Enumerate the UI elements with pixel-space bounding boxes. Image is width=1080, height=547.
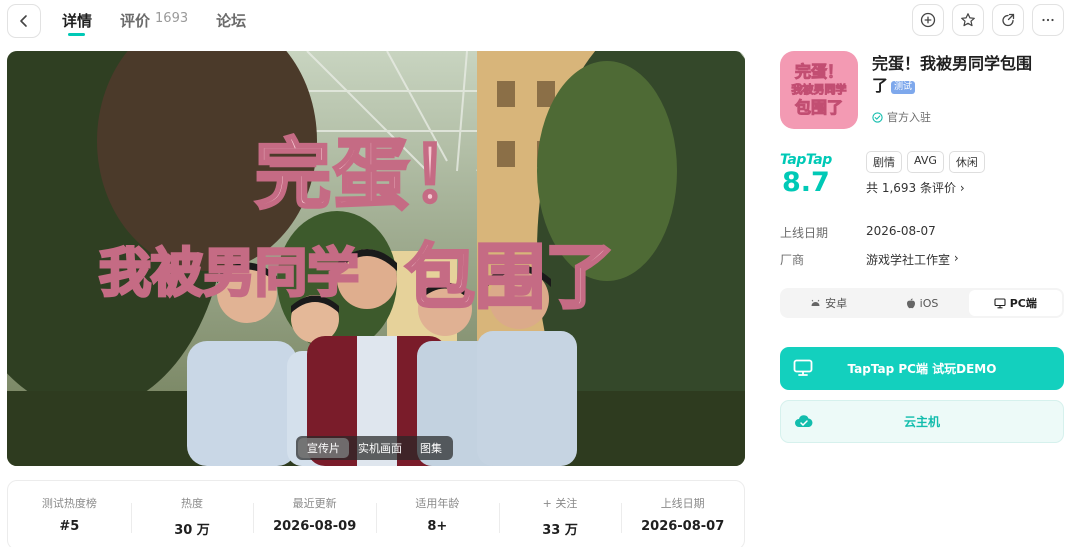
tab-details[interactable]: 详情 [62, 0, 92, 44]
share-icon [1002, 13, 1015, 27]
stat-value: 30 万 [174, 523, 210, 538]
app-icon-text-1: 完蛋！ [794, 62, 843, 81]
stat-popularity: 热度 30 万 [130, 481, 254, 547]
banner-title-line2a: 我被男同学 [97, 243, 360, 306]
tab-reviews-count: 1693 [155, 11, 189, 26]
vendor-label: 厂商 [780, 253, 805, 267]
official-badge: 官方入驻 [872, 109, 931, 125]
stat-label: 上线日期 [660, 497, 705, 510]
stat-value: 8+ [427, 519, 448, 534]
heart-plus-icon [920, 12, 936, 28]
app-icon-text-3: 包围了 [794, 98, 843, 117]
android-icon [811, 299, 820, 306]
app-icon-text-2: 我被男同学 [791, 83, 847, 97]
stat-age-rating: 适用年龄 8+ [376, 481, 499, 547]
media-tab-trailer[interactable]: 宣传片 [298, 438, 349, 458]
platform-pc[interactable]: PC端 [968, 290, 1062, 316]
stat-value: 2026-08-07 [641, 519, 725, 534]
platform-ios[interactable]: iOS [875, 290, 968, 316]
tab-reviews-label: 评价 [120, 12, 151, 30]
stats-bar: 测试热度榜 #5 热度 30 万 最近更新 2026-08-09 适用年龄 8+… [7, 480, 745, 547]
tab-reviews[interactable]: 评价 1693 [120, 0, 188, 44]
tab-forum-label: 论坛 [216, 12, 247, 30]
more-icon [1042, 18, 1054, 22]
tag[interactable]: AVG [907, 151, 944, 173]
cloud-icon [795, 415, 813, 427]
platform-android[interactable]: 安卓 [782, 290, 875, 316]
media-tab-gallery[interactable]: 图集 [411, 438, 451, 458]
official-label: 官方入驻 [887, 111, 931, 124]
chevron-right-icon: › [950, 251, 959, 265]
stat-test-rank[interactable]: 测试热度榜 #5 [8, 481, 131, 547]
tab-forum[interactable]: 论坛 [216, 0, 246, 44]
top-bar: 详情 评价 1693 论坛 [0, 0, 1080, 44]
stat-label: 适用年龄 [415, 497, 460, 510]
stat-label: 测试热度榜 [41, 497, 97, 510]
release-date-label: 上线日期 [780, 226, 829, 240]
release-date-value: 2026-08-07 [866, 224, 936, 238]
play-demo-button[interactable]: TapTap PC端 试玩DEMO [780, 347, 1064, 390]
more-button[interactable] [1032, 4, 1064, 36]
platform-selector: 安卓 iOS PC端 [780, 288, 1064, 318]
page-tabs: 详情 评价 1693 论坛 [62, 0, 274, 44]
review-count-text: 共 1,693 条评价 [866, 181, 956, 195]
vendor-value: 游戏学社工作室 [866, 253, 951, 267]
platform-ios-label: iOS [919, 296, 939, 310]
tag[interactable]: 剧情 [866, 151, 902, 173]
play-demo-label: TapTap PC端 试玩DEMO [847, 362, 997, 376]
hero-banner[interactable]: 完蛋！ 我被男同学 包围了 宣传片 实机画面 图集 [7, 51, 745, 466]
favorite-button[interactable] [952, 4, 984, 36]
review-count-link[interactable]: 共 1,693 条评价 › [866, 179, 965, 196]
monitor-icon [793, 359, 813, 376]
rating-score: 8.7 [782, 167, 830, 198]
wishlist-button[interactable] [912, 4, 944, 36]
release-date-row: 上线日期 2026-08-07 [780, 224, 936, 241]
banner-title-line2b: 包围了 [404, 235, 617, 320]
tag[interactable]: 休闲 [948, 151, 985, 173]
stat-value: #5 [59, 519, 80, 534]
stat-label: + 关注 [542, 497, 578, 510]
vendor-row[interactable]: 厂商 游戏学社工作室 › [780, 251, 959, 268]
test-badge: 测试 [891, 81, 916, 94]
stat-value: 33 万 [542, 523, 578, 538]
media-tabs: 宣传片 实机画面 图集 [296, 436, 453, 460]
chevron-right-icon: › [959, 181, 965, 195]
stat-last-update[interactable]: 最近更新 2026-08-09 [253, 481, 376, 547]
verified-icon [872, 111, 883, 123]
media-tab-gameplay[interactable]: 实机画面 [349, 438, 411, 458]
header-actions [912, 4, 1064, 36]
star-icon [961, 13, 975, 27]
back-button[interactable] [7, 4, 41, 38]
share-button[interactable] [992, 4, 1024, 36]
cloud-play-label: 云主机 [903, 415, 940, 429]
app-icon: 完蛋！ 我被男同学 包围了 [780, 51, 858, 129]
tag-list: 剧情 AVG 休闲 [866, 151, 985, 173]
stat-label: 热度 [181, 497, 203, 510]
monitor-icon [994, 297, 1006, 308]
stat-value: 2026-08-09 [273, 519, 357, 534]
platform-android-label: 安卓 [825, 297, 848, 310]
cloud-play-button[interactable]: 云主机 [780, 400, 1064, 443]
stat-release-date: 上线日期 2026-08-07 [621, 481, 744, 547]
stat-follow[interactable]: + 关注 33 万 [498, 481, 622, 547]
chevron-left-icon [20, 15, 27, 27]
platform-pc-label: PC端 [1009, 297, 1037, 310]
app-title: 完蛋！我被男同学包围了 测试 [872, 53, 1042, 97]
tab-details-label: 详情 [62, 12, 93, 30]
stat-label: 最近更新 [292, 497, 337, 510]
banner-title-line1: 完蛋！ [254, 129, 489, 221]
apple-icon [906, 297, 915, 308]
taptap-logo: TapTap [780, 152, 832, 168]
